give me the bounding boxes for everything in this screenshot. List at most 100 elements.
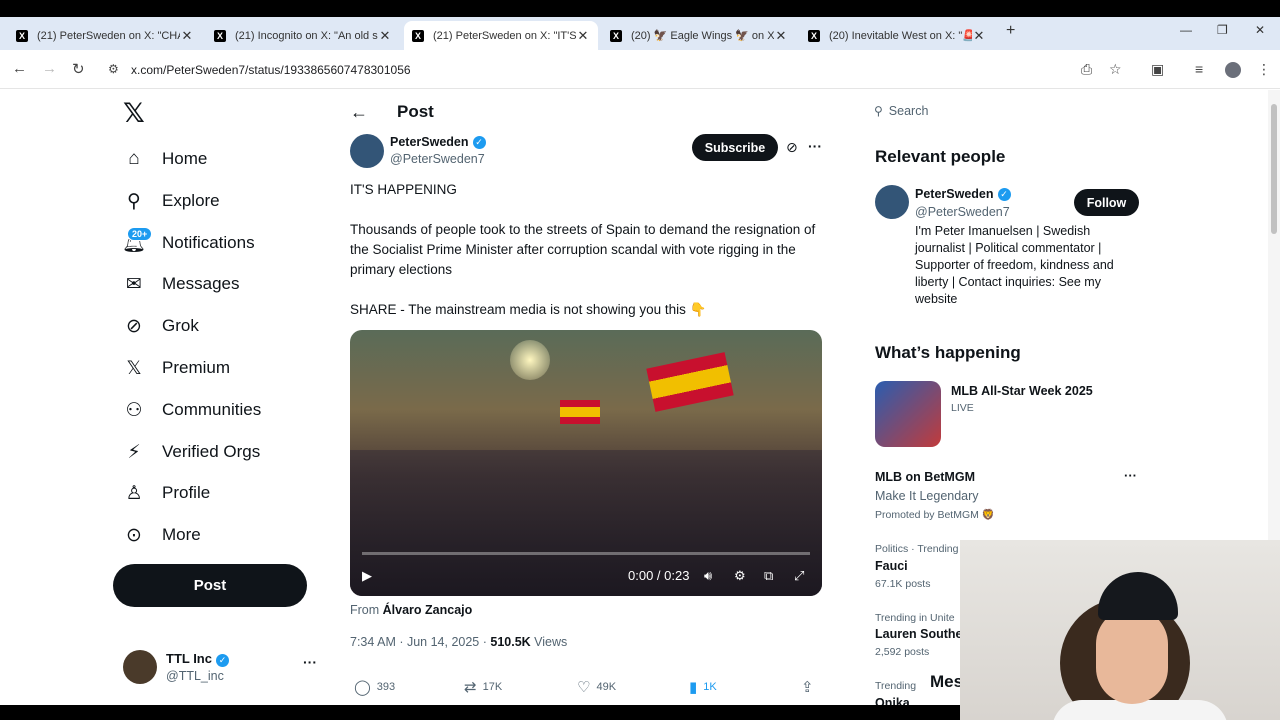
- spanish-flag: [646, 352, 734, 412]
- sidebar-item-home[interactable]: ⌂ Home: [123, 139, 207, 179]
- forward-arrow-icon[interactable]: →: [42, 60, 57, 77]
- browser-tab[interactable]: X (20) Inevitable West on X: "🚨B ✕: [800, 21, 994, 50]
- event-title[interactable]: MLB All-Star Week 2025: [951, 384, 1093, 398]
- pip-icon[interactable]: ⧉: [764, 568, 773, 584]
- author-handle[interactable]: @PeterSweden7: [390, 152, 485, 166]
- search-input[interactable]: ⚲ Search: [862, 96, 1152, 126]
- repost-button[interactable]: ⇄ 17K: [464, 678, 502, 696]
- post-text-line: IT'S HAPPENING: [350, 182, 457, 197]
- browser-tab[interactable]: X (20) 🦅 Eagle Wings 🦅 on X: " ✕: [602, 21, 796, 50]
- more-dots-icon[interactable]: ···: [303, 654, 317, 670]
- account-switcher[interactable]: TTL Inc ✓ @TTL_inc ···: [123, 648, 333, 688]
- person-icon: ♙: [125, 482, 143, 504]
- subscribe-button[interactable]: Subscribe: [692, 134, 778, 161]
- bookmark-star-icon[interactable]: ☆: [1109, 61, 1122, 78]
- author-name-row[interactable]: PeterSweden ✓: [390, 135, 486, 149]
- post-column: ← Post PeterSweden ✓ @PeterSweden7 Subscr…: [336, 90, 836, 720]
- sidebar-item-label: Grok: [162, 316, 199, 335]
- communities-icon: ⚇: [125, 399, 143, 421]
- close-tab-icon[interactable]: ✕: [180, 28, 194, 44]
- browser-tab[interactable]: X (21) Incognito on X: "An old sp ✕: [206, 21, 400, 50]
- sidebar-item-label: More: [162, 525, 201, 544]
- browser-menu-icon[interactable]: ⋮: [1257, 61, 1271, 78]
- like-count: 49K: [596, 681, 617, 693]
- verified-badge-icon: ✓: [215, 654, 229, 667]
- back-arrow-icon[interactable]: ←: [350, 102, 368, 123]
- browser-profile-avatar[interactable]: [1225, 62, 1241, 78]
- sidebar-item-verified-orgs[interactable]: ⚡︎ Verified Orgs: [123, 432, 260, 472]
- notification-count-badge: 20+: [127, 227, 153, 241]
- cast-icon[interactable]: ▣: [1151, 61, 1164, 78]
- sidebar-item-more[interactable]: ⊙ More: [123, 515, 201, 555]
- sidebar-item-premium[interactable]: 𝕏 Premium: [123, 348, 230, 388]
- webcam-overlay: [960, 540, 1280, 720]
- sidebar-item-messages[interactable]: ✉ Messages: [123, 264, 239, 304]
- post-timestamp[interactable]: 7:34 AM · Jun 14, 2025 ·: [350, 635, 487, 649]
- share-button[interactable]: ⇪: [801, 678, 820, 696]
- tab-title: (20) 🦅 Eagle Wings 🦅 on X: ": [631, 30, 774, 42]
- trend-name[interactable]: Lauren Southe: [875, 627, 963, 641]
- close-tab-icon[interactable]: ✕: [774, 28, 788, 44]
- sidebar-item-communities[interactable]: ⚇ Communities: [123, 390, 261, 430]
- bell-icon: 🔔︎ 20+: [122, 227, 153, 254]
- avatar: [123, 650, 157, 684]
- site-info-icon[interactable]: ⚙: [108, 62, 119, 76]
- media-control-icon[interactable]: ≡: [1195, 61, 1203, 77]
- close-window-icon[interactable]: ✕: [1255, 23, 1265, 37]
- heart-icon: ♡: [577, 679, 591, 696]
- like-button[interactable]: ♡ 49K: [577, 678, 616, 696]
- more-circle-icon: ⊙: [126, 524, 142, 546]
- person-handle[interactable]: @PeterSweden7: [915, 205, 1010, 219]
- minimize-icon[interactable]: —: [1180, 23, 1192, 37]
- trend-count: 67.1K posts: [875, 578, 931, 590]
- video-player[interactable]: ▶ 0:00 / 0:23 🔊︎ ⚙ ⧉ ⤢: [350, 330, 822, 596]
- video-progress-bar[interactable]: [362, 552, 810, 555]
- share-icon: ⇪: [801, 679, 814, 696]
- grok-icon[interactable]: ⊘: [786, 139, 798, 156]
- follow-button[interactable]: Follow: [1074, 189, 1139, 216]
- close-tab-icon[interactable]: ✕: [378, 28, 392, 44]
- reply-button[interactable]: ◯ 393: [354, 678, 395, 696]
- source-author[interactable]: Álvaro Zancajo: [383, 603, 473, 617]
- settings-gear-icon[interactable]: ⚙: [734, 568, 746, 584]
- reload-icon[interactable]: ↻: [72, 60, 85, 78]
- browser-tab[interactable]: X (21) PeterSweden on X: "CHAOS ✕: [8, 21, 202, 50]
- promo-title[interactable]: MLB on BetMGM: [875, 470, 975, 484]
- event-thumbnail[interactable]: [875, 381, 941, 447]
- messages-drawer-title[interactable]: Mes: [930, 672, 963, 692]
- url-field[interactable]: x.com/PeterSweden7/status/19338656074783…: [131, 63, 411, 77]
- person-name-row[interactable]: PeterSweden ✓: [915, 187, 1011, 201]
- browser-tab-active[interactable]: X (21) PeterSweden on X: "IT'S HA ✕: [404, 21, 598, 50]
- lightning-icon: ⚡︎: [127, 441, 141, 463]
- fullscreen-icon[interactable]: ⤢: [794, 568, 804, 584]
- sidebar-item-grok[interactable]: ⊘ Grok: [123, 306, 199, 346]
- person-bio: I'm Peter Imanuelsen | Swedish journalis…: [915, 224, 1114, 306]
- restore-icon[interactable]: ❐: [1217, 23, 1228, 37]
- sidebar-item-profile[interactable]: ♙ Profile: [123, 473, 210, 513]
- trend-name[interactable]: Fauci: [875, 559, 908, 573]
- new-tab-icon[interactable]: +: [1006, 22, 1015, 40]
- sidebar-item-label: Explore: [162, 191, 220, 210]
- install-app-icon[interactable]: ⎙: [1081, 61, 1092, 78]
- account-handle: @TTL_inc: [166, 669, 224, 683]
- x-favicon-icon: X: [16, 29, 28, 42]
- back-arrow-icon[interactable]: ←: [12, 60, 27, 77]
- post-button[interactable]: Post: [113, 564, 307, 607]
- play-icon[interactable]: ▶: [362, 568, 372, 584]
- more-dots-icon[interactable]: ···: [1124, 468, 1137, 483]
- author-avatar[interactable]: [350, 134, 384, 168]
- sidebar-item-explore[interactable]: ⚲ Explore: [123, 181, 220, 221]
- close-tab-icon[interactable]: ✕: [972, 28, 986, 44]
- x-logo-icon[interactable]: 𝕏: [123, 98, 145, 129]
- more-dots-icon[interactable]: ···: [808, 138, 822, 154]
- address-bar: ← → ↻ ⚙ x.com/PeterSweden7/status/193386…: [0, 50, 1280, 89]
- sidebar-item-label: Notifications: [162, 233, 255, 252]
- from-prefix: From: [350, 603, 380, 617]
- person-avatar[interactable]: [875, 185, 909, 219]
- scrollbar-thumb[interactable]: [1271, 104, 1277, 234]
- close-tab-icon[interactable]: ✕: [576, 28, 590, 44]
- volume-icon[interactable]: 🔊︎: [704, 568, 712, 584]
- bookmark-button[interactable]: ▮ 1K: [689, 678, 717, 696]
- sidebar-item-notifications[interactable]: 🔔︎ 20+ Notifications: [122, 223, 255, 263]
- top-letterbox: [0, 0, 1280, 17]
